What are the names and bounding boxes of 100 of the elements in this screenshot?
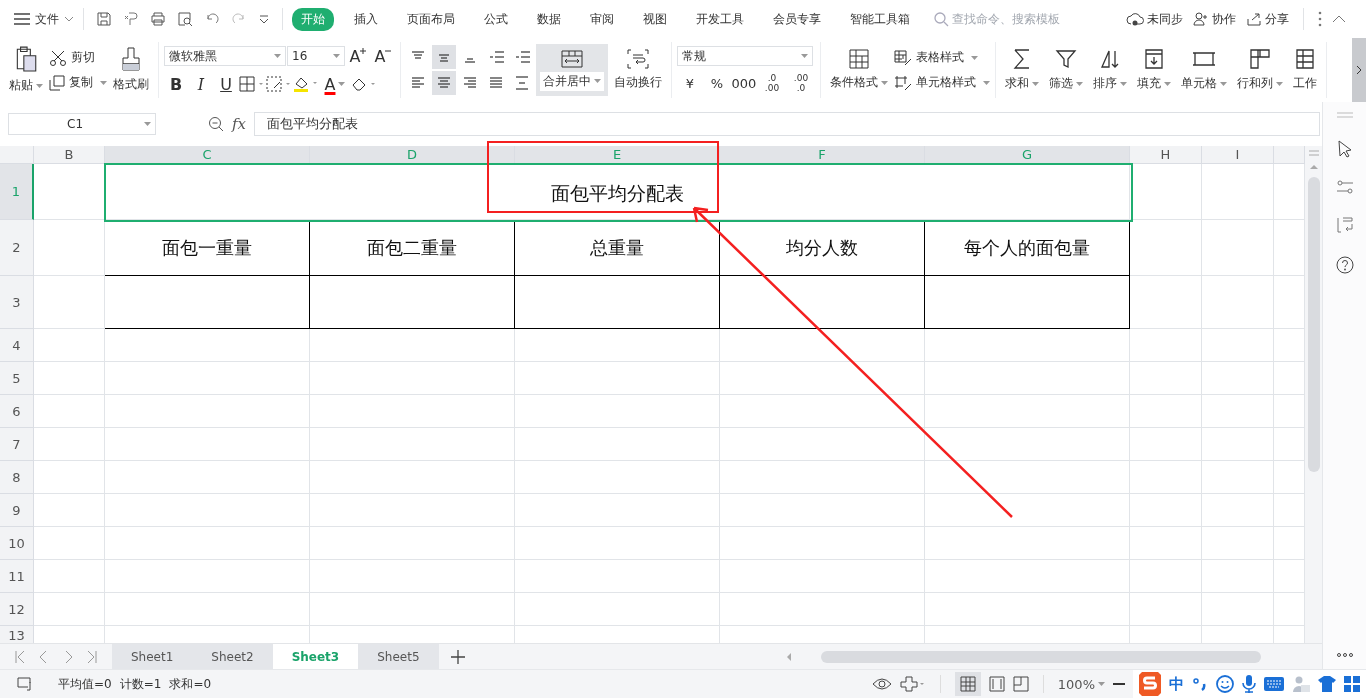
cut-button[interactable]: 剪切 bbox=[49, 49, 107, 66]
row-header[interactable]: 4 bbox=[0, 329, 34, 362]
row-header[interactable]: 13 bbox=[0, 626, 34, 643]
more-icon[interactable] bbox=[1318, 11, 1322, 27]
toolbar-action[interactable]: 协作 bbox=[1193, 10, 1236, 28]
layout-icon[interactable] bbox=[1335, 216, 1354, 234]
row-header[interactable]: 2 bbox=[0, 220, 34, 276]
copy-button[interactable]: 复制 bbox=[49, 74, 107, 91]
zoom-level[interactable]: 100% bbox=[1057, 676, 1105, 692]
sheet-tab[interactable]: Sheet5 bbox=[358, 644, 439, 669]
function-label[interactable]: fx bbox=[232, 115, 246, 133]
ribbon-tool-button[interactable]: 求和 bbox=[1001, 46, 1043, 94]
page-view-icon[interactable] bbox=[988, 676, 1005, 692]
column-header[interactable]: B bbox=[34, 146, 105, 164]
ribbon-tool-button[interactable]: 行和列 bbox=[1233, 46, 1287, 94]
align-middle-icon[interactable] bbox=[432, 45, 456, 69]
row-header[interactable]: 5 bbox=[0, 362, 34, 395]
formula-input[interactable]: 面包平均分配表 bbox=[254, 112, 1320, 136]
crosshair-icon[interactable] bbox=[899, 676, 926, 692]
sliders-icon[interactable] bbox=[1335, 180, 1354, 194]
ribbon-tool-button[interactable]: 排序 bbox=[1089, 46, 1131, 94]
more-icon[interactable] bbox=[1336, 653, 1353, 657]
format-painter-button[interactable]: 格式刷 bbox=[109, 45, 153, 95]
borders-icon[interactable] bbox=[239, 76, 265, 92]
print-preview-icon[interactable] bbox=[177, 11, 193, 27]
bold-button[interactable]: B bbox=[164, 73, 188, 95]
increase-decimal-button[interactable]: .0 .00 bbox=[758, 73, 786, 93]
font-name-dropdown[interactable]: 微软雅黑 bbox=[164, 46, 286, 66]
ribbon-tab[interactable]: 视图 bbox=[634, 7, 676, 31]
collapse-icon[interactable] bbox=[1332, 15, 1346, 23]
ime-logo-icon[interactable] bbox=[1139, 672, 1161, 696]
sheet-tab[interactable]: Sheet1 bbox=[112, 644, 193, 669]
row-header[interactable]: 10 bbox=[0, 527, 34, 560]
paste-button[interactable]: 粘贴 bbox=[5, 44, 47, 96]
ribbon-tab[interactable]: 会员专享 bbox=[764, 7, 830, 31]
punctuation-icon[interactable] bbox=[1192, 677, 1208, 691]
ribbon-tab[interactable]: 智能工具箱 bbox=[841, 7, 919, 31]
save-icon[interactable] bbox=[96, 11, 112, 27]
merge-center-button[interactable]: 合并居中 bbox=[536, 44, 608, 96]
zoom-out-icon[interactable] bbox=[1113, 682, 1125, 686]
row-header[interactable]: 7 bbox=[0, 428, 34, 461]
currency-button[interactable]: ¥ bbox=[677, 72, 703, 94]
drag-handle-icon[interactable] bbox=[1335, 112, 1354, 118]
font-size-dropdown[interactable]: 16 bbox=[287, 46, 345, 66]
ribbon-tab[interactable]: 开发工具 bbox=[687, 7, 753, 31]
row-header[interactable]: 9 bbox=[0, 494, 34, 527]
page-break-icon[interactable] bbox=[1012, 676, 1029, 692]
first-sheet-icon[interactable] bbox=[14, 649, 26, 664]
cell-style-button[interactable]: 单元格样式 bbox=[894, 74, 990, 91]
print-icon[interactable] bbox=[150, 11, 166, 27]
number-format-dropdown[interactable]: 常规 bbox=[677, 46, 813, 66]
row-header[interactable]: 6 bbox=[0, 395, 34, 428]
row-header[interactable]: 3 bbox=[0, 276, 34, 329]
more-caret-icon[interactable] bbox=[258, 14, 270, 24]
ribbon-tool-button[interactable]: 填充 bbox=[1133, 46, 1175, 94]
italic-button[interactable]: I bbox=[189, 73, 213, 95]
apps-icon[interactable] bbox=[1344, 676, 1360, 692]
ribbon-tool-button[interactable]: 工作 bbox=[1289, 46, 1321, 94]
normal-view-icon[interactable] bbox=[954, 672, 981, 696]
row-header[interactable]: 12 bbox=[0, 593, 34, 626]
ribbon-tab[interactable]: 数据 bbox=[528, 7, 570, 31]
name-box[interactable]: C1 bbox=[8, 113, 156, 135]
align-center-icon[interactable] bbox=[432, 71, 456, 95]
ribbon-tool-button[interactable]: 单元格 bbox=[1177, 46, 1231, 94]
ribbon-tab[interactable]: 插入 bbox=[345, 7, 387, 31]
eraser-icon[interactable] bbox=[351, 76, 377, 92]
scrollbar-thumb[interactable] bbox=[1307, 177, 1320, 472]
file-menu[interactable]: 文件 bbox=[35, 10, 59, 28]
split-handle-icon[interactable] bbox=[1307, 150, 1320, 156]
thousands-separator-button[interactable]: 000 bbox=[731, 72, 757, 94]
table-style-button[interactable]: 表格样式 bbox=[894, 49, 990, 66]
increase-font-button[interactable]: A bbox=[346, 45, 370, 67]
row-header[interactable]: 8 bbox=[0, 461, 34, 494]
toolbar-action[interactable]: 未同步 bbox=[1126, 10, 1183, 28]
ribbon-tool-button[interactable]: 筛选 bbox=[1045, 46, 1087, 94]
column-header[interactable]: H bbox=[1130, 146, 1202, 164]
menu-icon[interactable] bbox=[14, 13, 30, 25]
cursor-icon[interactable] bbox=[1336, 140, 1353, 158]
toolbar-action[interactable]: 分享 bbox=[1246, 10, 1289, 28]
scrollbar-thumb[interactable] bbox=[821, 650, 1261, 663]
chevron-down-icon[interactable] bbox=[64, 16, 74, 22]
macro-icon[interactable] bbox=[16, 676, 34, 692]
shirt-icon[interactable] bbox=[1318, 676, 1336, 692]
cell-format-icon[interactable] bbox=[266, 76, 292, 92]
percent-button[interactable]: % bbox=[704, 72, 730, 94]
fill-color-icon[interactable] bbox=[293, 75, 319, 93]
sheet-tab[interactable]: Sheet2 bbox=[192, 644, 273, 669]
scroll-left-icon[interactable] bbox=[786, 652, 791, 661]
ribbon-tab[interactable]: 页面布局 bbox=[398, 7, 464, 31]
ribbon-tab[interactable]: 审阅 bbox=[581, 7, 623, 31]
decrease-decimal-button[interactable]: .00 .0 bbox=[787, 73, 815, 93]
font-color-button[interactable]: A bbox=[320, 73, 350, 95]
zoom-icon[interactable] bbox=[208, 116, 224, 132]
keyboard-icon[interactable] bbox=[1264, 677, 1284, 691]
row-header[interactable]: 11 bbox=[0, 560, 34, 593]
last-sheet-icon[interactable] bbox=[86, 649, 98, 664]
underline-button[interactable]: U bbox=[214, 73, 238, 95]
decrease-font-button[interactable]: A bbox=[371, 45, 395, 67]
ime-mode[interactable]: 中 bbox=[1169, 674, 1184, 694]
scroll-up-icon[interactable] bbox=[1309, 164, 1318, 169]
